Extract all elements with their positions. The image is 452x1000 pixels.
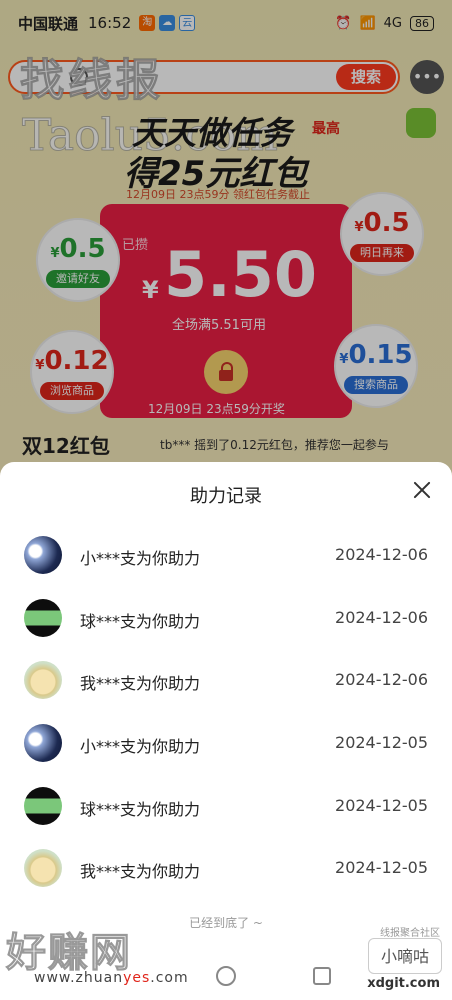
record-date: 2024-12-06 <box>335 608 428 627</box>
record-date: 2024-12-05 <box>335 733 428 752</box>
home-nav-icon[interactable] <box>216 966 236 986</box>
record-date: 2024-12-06 <box>335 545 428 564</box>
cartoon-avatar <box>24 849 62 887</box>
watermark-bottom-url: www.zhuanyes.com <box>34 970 189 986</box>
record-date: 2024-12-06 <box>335 670 428 689</box>
grass-avatar <box>24 787 62 825</box>
record-date: 2024-12-05 <box>335 796 428 815</box>
watermark-right-top: 线报聚合社区 <box>380 928 440 939</box>
record-text: 我***支为你助力 <box>80 674 201 693</box>
close-icon[interactable] <box>410 478 434 502</box>
record-text: 小***支为你助力 <box>80 737 201 756</box>
grass-avatar <box>24 599 62 637</box>
list-item: 球***支为你助力 2024-12-06 <box>0 599 452 639</box>
recents-nav-icon[interactable] <box>313 967 331 985</box>
record-text: 小***支为你助力 <box>80 549 201 568</box>
night-sky-avatar <box>24 724 62 762</box>
list-item: 球***支为你助力 2024-12-05 <box>0 787 452 827</box>
list-item: 我***支为你助力 2024-12-05 <box>0 849 452 889</box>
record-text: 球***支为你助力 <box>80 612 201 631</box>
sheet-title: 助力记录 <box>190 486 262 507</box>
night-sky-avatar <box>24 536 62 574</box>
cartoon-avatar <box>24 661 62 699</box>
record-text: 球***支为你助力 <box>80 800 201 819</box>
list-item: 小***支为你助力 2024-12-06 <box>0 536 452 576</box>
list-item: 小***支为你助力 2024-12-05 <box>0 724 452 764</box>
record-text: 我***支为你助力 <box>80 862 201 881</box>
record-date: 2024-12-05 <box>335 858 428 877</box>
watermark-right-url: xdgit.com <box>367 976 440 991</box>
watermark-right: 小嘀咕 <box>368 938 442 974</box>
list-item: 我***支为你助力 2024-12-06 <box>0 661 452 701</box>
